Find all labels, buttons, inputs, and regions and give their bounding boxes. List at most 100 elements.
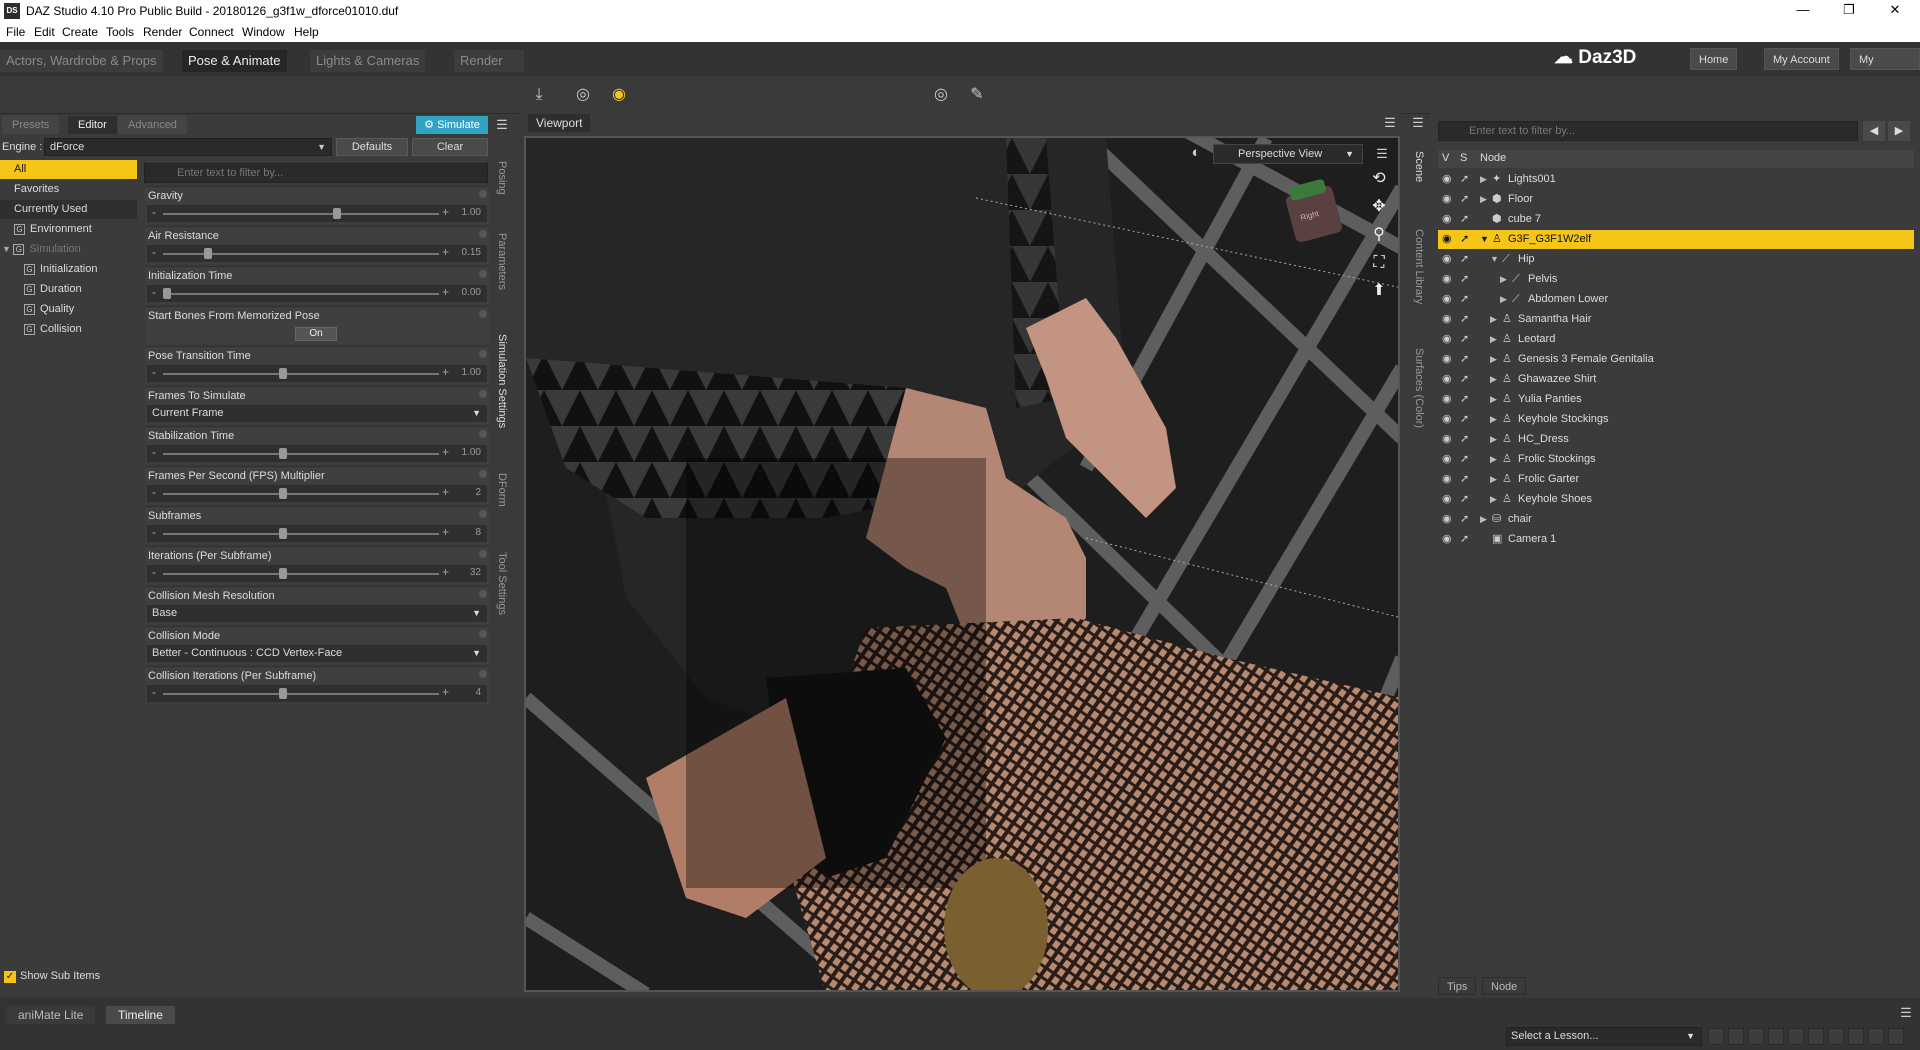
expand-icon[interactable]: ▶: [1490, 470, 1497, 489]
menu-file[interactable]: File: [6, 25, 25, 39]
expand-icon[interactable]: ▶: [1490, 390, 1497, 409]
minus-icon[interactable]: -: [152, 485, 156, 499]
menu-window[interactable]: Window: [242, 25, 285, 39]
property-slider[interactable]: - +0.15: [147, 245, 487, 262]
gear-icon[interactable]: [479, 230, 487, 238]
eye-icon[interactable]: ◉: [1442, 170, 1452, 189]
aim-icon[interactable]: ⬆: [1368, 280, 1390, 302]
minus-icon[interactable]: -: [152, 685, 156, 699]
orbit-icon[interactable]: ⟲: [1368, 168, 1390, 190]
scene-node[interactable]: ◉ ➚ ▶ ♙ Yulia Panties: [1438, 390, 1914, 409]
expand-icon[interactable]: ▶: [1500, 270, 1507, 289]
pan-icon[interactable]: ✥: [1368, 196, 1390, 218]
slider-knob[interactable]: [279, 568, 288, 579]
scene-node[interactable]: ◉ ➚ ▶ ♙ HC_Dress: [1438, 430, 1914, 449]
col-visible[interactable]: V: [1442, 152, 1449, 164]
cursor-icon[interactable]: ➚: [1460, 350, 1469, 369]
eye-icon[interactable]: ◉: [1442, 390, 1452, 409]
property-value[interactable]: 32: [470, 567, 481, 578]
slider-knob[interactable]: [279, 448, 288, 459]
menu-render[interactable]: Render: [143, 25, 182, 39]
cursor-icon[interactable]: ➚: [1460, 230, 1469, 249]
cursor-icon[interactable]: ➚: [1460, 490, 1469, 509]
scene-filter-input[interactable]: Enter text to filter by...: [1438, 121, 1858, 141]
eye-icon[interactable]: ◉: [1442, 470, 1452, 489]
scene-node[interactable]: ◉ ➚ ▶ ♙ Samantha Hair: [1438, 310, 1914, 329]
side-tab-surfaces[interactable]: Surfaces (Color): [1410, 340, 1428, 436]
slider-knob[interactable]: [279, 688, 288, 699]
viewport-options-icon[interactable]: ☰: [1374, 147, 1390, 161]
plus-icon[interactable]: +: [442, 525, 449, 539]
cursor-icon[interactable]: ➚: [1460, 190, 1469, 209]
plus-icon[interactable]: +: [442, 365, 449, 379]
room-tab-render[interactable]: Render: [454, 50, 524, 72]
tab-tips[interactable]: Tips: [1438, 977, 1477, 995]
property-slider[interactable]: - +32: [147, 565, 487, 582]
property-dropdown[interactable]: Base ▼: [147, 605, 487, 622]
property-value[interactable]: 1.00: [462, 447, 481, 458]
frame-icon[interactable]: ⛶: [1368, 252, 1390, 274]
tab-presets[interactable]: Presets: [2, 116, 60, 134]
cursor-icon[interactable]: ➚: [1460, 170, 1469, 189]
category-quality[interactable]: G Quality: [0, 300, 137, 319]
bottom-menu-icon[interactable]: ☰: [1898, 1006, 1914, 1020]
plus-icon[interactable]: +: [442, 445, 449, 459]
expand-icon[interactable]: ▶: [1490, 330, 1497, 349]
tab-advanced[interactable]: Advanced: [118, 116, 187, 134]
lesson-page-box[interactable]: [1888, 1028, 1904, 1045]
expand-icon[interactable]: ▶: [1500, 290, 1507, 309]
category-collision[interactable]: G Collision: [0, 320, 137, 339]
plus-icon[interactable]: +: [442, 485, 449, 499]
side-tab-content-library[interactable]: Content Library: [1410, 222, 1428, 312]
minus-icon[interactable]: -: [152, 525, 156, 539]
scene-node[interactable]: ◉ ➚ ▼ ♙ G3F_G3F1W2elf: [1438, 230, 1914, 249]
universal-tool-icon[interactable]: ◎: [570, 84, 596, 106]
category-initialization[interactable]: G Initialization: [0, 260, 137, 279]
col-node[interactable]: Node: [1480, 152, 1506, 164]
slider-knob[interactable]: [279, 528, 288, 539]
expand-icon[interactable]: ▶: [1490, 410, 1497, 429]
property-value[interactable]: 8: [475, 527, 481, 538]
side-tab-dform[interactable]: DForm: [493, 468, 511, 512]
cursor-icon[interactable]: ➚: [1460, 510, 1469, 529]
lesson-dropdown[interactable]: Select a Lesson... ▼: [1506, 1027, 1702, 1046]
scene-node[interactable]: ◉ ➚ ▼ ⟋ Hip: [1438, 250, 1914, 269]
minus-icon[interactable]: -: [152, 565, 156, 579]
cursor-icon[interactable]: ➚: [1460, 210, 1469, 229]
category-simulation[interactable]: ▼ G Simulation: [0, 240, 137, 259]
cursor-icon[interactable]: ➚: [1460, 470, 1469, 489]
minimize-button[interactable]: —: [1780, 0, 1826, 22]
cursor-icon[interactable]: ➚: [1460, 290, 1469, 309]
cursor-icon[interactable]: ➚: [1460, 450, 1469, 469]
expand-icon[interactable]: ▶: [1490, 350, 1497, 369]
eye-icon[interactable]: ◉: [1442, 370, 1452, 389]
slider-knob[interactable]: [333, 208, 342, 219]
slider-knob[interactable]: [203, 248, 212, 259]
scene-node[interactable]: ◉ ➚ ▶ ✦ Lights001: [1438, 170, 1914, 189]
property-slider[interactable]: - +8: [147, 525, 487, 542]
lesson-page-box[interactable]: [1708, 1028, 1724, 1045]
restore-button[interactable]: ❐: [1826, 0, 1872, 22]
expand-icon[interactable]: ▶: [1490, 490, 1497, 509]
side-tab-parameters[interactable]: Parameters: [493, 226, 511, 296]
forward-arrow-icon[interactable]: ▶: [1888, 121, 1910, 141]
gear-icon[interactable]: [479, 590, 487, 598]
room-tab-lights-cameras[interactable]: Lights & Cameras: [310, 50, 426, 72]
category-currently-used[interactable]: Currently Used: [0, 200, 137, 219]
lesson-page-box[interactable]: [1848, 1028, 1864, 1045]
scene-node[interactable]: ◉ ➚ ▶ ♙ Frolic Stockings: [1438, 450, 1914, 469]
close-button[interactable]: ✕: [1872, 0, 1918, 22]
joint-editor-icon[interactable]: ✎: [964, 84, 990, 106]
expand-icon[interactable]: ▶: [1490, 430, 1497, 449]
lesson-page-box[interactable]: [1768, 1028, 1784, 1045]
home-link[interactable]: Home: [1690, 48, 1738, 70]
lesson-page-box[interactable]: [1788, 1028, 1804, 1045]
scene-pane-menu-icon[interactable]: ☰: [1410, 116, 1426, 130]
menu-edit[interactable]: Edit: [34, 25, 55, 39]
property-slider[interactable]: - +4: [147, 685, 487, 702]
property-value[interactable]: 0.00: [462, 287, 481, 298]
gear-icon[interactable]: [479, 510, 487, 518]
eye-icon[interactable]: ◉: [1442, 290, 1452, 309]
gear-icon[interactable]: [479, 350, 487, 358]
plus-icon[interactable]: +: [442, 565, 449, 579]
